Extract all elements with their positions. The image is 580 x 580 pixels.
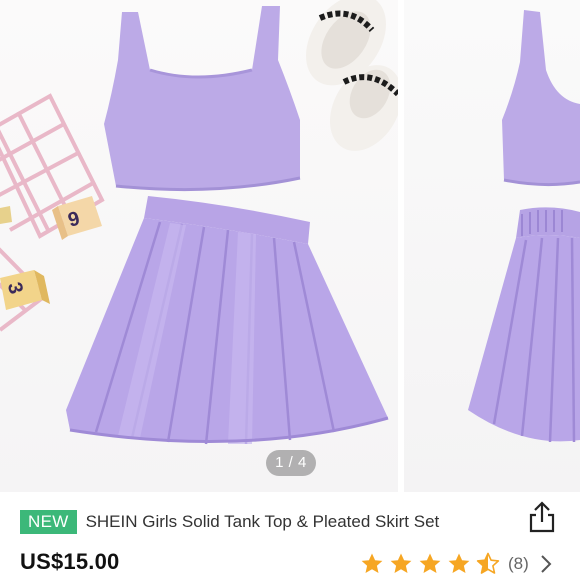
star-full-icon — [361, 553, 383, 573]
rating-summary[interactable]: (8) — [360, 550, 553, 578]
toy-block-small — [0, 206, 12, 224]
share-button[interactable] — [526, 500, 558, 534]
star-full-icon — [419, 553, 441, 573]
lavender-pleated-skirt — [66, 196, 389, 445]
star-full-icon — [448, 553, 470, 573]
toy-block-3: 3 — [0, 270, 50, 310]
review-count: (8) — [508, 554, 529, 573]
product-photo-main[interactable]: 9 3 1 / 4 — [0, 0, 398, 492]
chevron-right-icon — [541, 555, 552, 573]
product-image-gallery[interactable]: 9 3 1 / 4 — [0, 0, 580, 492]
product-info-panel: NEW SHEIN Girls Solid Tank Top & Pleated… — [0, 492, 580, 580]
product-photo-next[interactable] — [404, 0, 580, 492]
product-screen: 9 3 1 / 4 NEW SHEIN Girls Solid Tank Top… — [0, 0, 580, 580]
lavender-tank-top — [104, 6, 301, 192]
next-photo-image — [468, 10, 580, 443]
star-full-icon — [390, 553, 412, 573]
white-shoes — [306, 0, 398, 151]
page-indicator: 1 / 4 — [266, 450, 316, 476]
product-title: SHEIN Girls Solid Tank Top & Pleated Ski… — [85, 512, 440, 531]
tank-top-skirt-image: 9 3 — [0, 0, 398, 445]
share-icon — [529, 501, 555, 533]
lavender-skirt — [468, 207, 580, 443]
title-row: NEW SHEIN Girls Solid Tank Top & Pleated… — [20, 510, 520, 534]
product-price: US$15.00 — [20, 549, 120, 574]
star-half-icon — [476, 552, 500, 574]
lavender-tank-top — [502, 10, 580, 187]
new-badge: NEW — [20, 510, 77, 534]
